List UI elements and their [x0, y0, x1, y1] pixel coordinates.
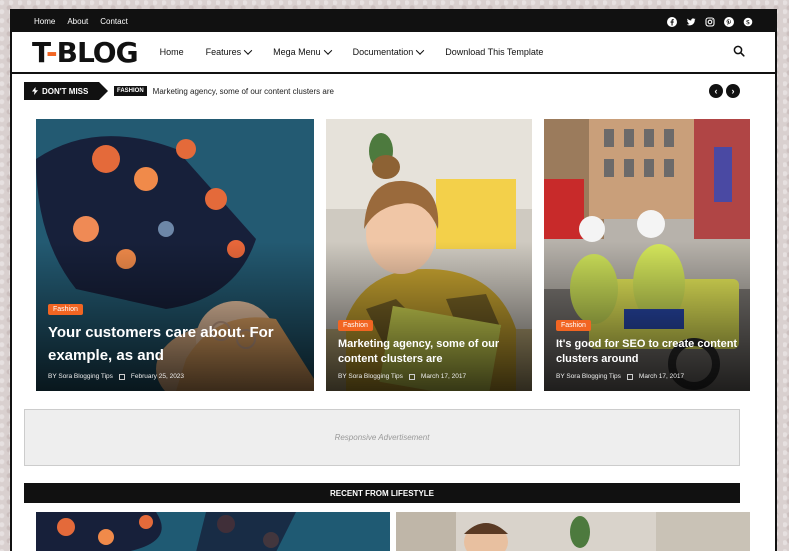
chevron-down-icon	[323, 46, 332, 55]
nav-mega-menu-label: Mega Menu	[273, 47, 321, 57]
calendar-icon	[408, 373, 415, 380]
post-date: March 17, 2017	[638, 373, 685, 380]
site-header: T-BLOG Home Features Mega Menu Documenta…	[12, 32, 775, 74]
card-meta: Fashion It's good for SEO to create cont…	[556, 314, 740, 380]
recent-post-thumbnail[interactable]	[36, 512, 390, 551]
advertisement-slot[interactable]: Responsive Advertisement	[24, 409, 740, 466]
site-logo[interactable]: T-BLOG	[32, 35, 139, 69]
card-title[interactable]: Your customers care about. For example, …	[48, 321, 304, 367]
chevron-down-icon	[243, 46, 253, 55]
nav-download-label: Download This Template	[445, 47, 544, 57]
ticker-headline[interactable]: Marketing agency, some of our content cl…	[153, 87, 709, 96]
thumbnail-image	[36, 512, 390, 551]
author[interactable]: BY Sora Blogging Tips	[556, 373, 621, 380]
top-links: Home About Contact	[34, 17, 128, 26]
card-byline: BY Sora Blogging Tips March 17, 2017	[338, 373, 522, 380]
post-date: February 25, 2023	[130, 373, 185, 380]
category-tag[interactable]: Fashion	[338, 320, 373, 331]
calendar-icon	[626, 373, 633, 380]
skype-icon[interactable]	[743, 17, 753, 27]
card-meta: Fashion Your customers care about. For e…	[48, 298, 304, 380]
logo-hyphen: -	[45, 35, 58, 69]
facebook-icon[interactable]	[667, 16, 677, 27]
news-ticker: DON'T MISS FASHION Marketing agency, som…	[24, 82, 740, 100]
featured-card[interactable]: Fashion Marketing agency, some of our co…	[326, 119, 532, 391]
top-link-contact[interactable]: Contact	[100, 17, 128, 26]
nav-download[interactable]: Download This Template	[445, 47, 543, 57]
nav-documentation-label: Documentation	[352, 47, 414, 57]
twitter-icon[interactable]	[686, 17, 696, 27]
author[interactable]: BY Sora Blogging Tips	[48, 373, 113, 380]
top-link-home[interactable]: Home	[34, 17, 55, 26]
search-icon[interactable]	[733, 45, 747, 59]
logo-text-right: BLOG	[56, 35, 139, 69]
logo-text-left: T	[32, 35, 47, 69]
nav-documentation[interactable]: Documentation	[352, 46, 425, 57]
category-tag[interactable]: Fashion	[556, 320, 591, 331]
top-link-about[interactable]: About	[67, 17, 88, 26]
calendar-icon	[118, 373, 125, 380]
thumbnail-image	[396, 512, 750, 551]
card-title[interactable]: It's good for SEO to create content clus…	[556, 337, 740, 367]
featured-card[interactable]: Fashion Your customers care about. For e…	[36, 119, 314, 391]
ticker-tag[interactable]: FASHION	[114, 86, 147, 96]
section-title: RECENT FROM LIFESTYLE	[330, 488, 434, 498]
category-tag[interactable]: Fashion	[48, 304, 83, 315]
bolt-icon	[32, 87, 38, 95]
next-arrow-icon[interactable]: ›	[726, 84, 740, 98]
nav-features[interactable]: Features	[205, 46, 253, 57]
featured-card[interactable]: Fashion It's good for SEO to create cont…	[544, 119, 750, 391]
top-bar: Home About Contact	[12, 11, 775, 32]
recent-post-thumbnail[interactable]	[396, 512, 750, 551]
nav-home-label: Home	[159, 47, 184, 57]
chevron-down-icon	[415, 46, 425, 55]
dont-miss-text: DON'T MISS	[42, 86, 89, 96]
instagram-icon[interactable]	[705, 16, 715, 27]
nav-home[interactable]: Home	[160, 47, 184, 57]
ticker-arrows: ‹ ›	[709, 84, 740, 98]
main-nav: Home Features Mega Menu Documentation Do…	[160, 46, 733, 57]
dont-miss-label: DON'T MISS	[24, 82, 108, 100]
card-title[interactable]: Marketing agency, some of our content cl…	[338, 337, 522, 367]
nav-mega-menu[interactable]: Mega Menu	[273, 46, 332, 57]
post-date: March 17, 2017	[420, 373, 467, 380]
card-meta: Fashion Marketing agency, some of our co…	[338, 314, 522, 380]
pinterest-icon[interactable]	[724, 16, 734, 27]
card-byline: BY Sora Blogging Tips February 25, 2023	[48, 373, 304, 380]
social-icons	[667, 16, 753, 27]
author[interactable]: BY Sora Blogging Tips	[338, 373, 403, 380]
prev-arrow-icon[interactable]: ‹	[709, 84, 723, 98]
section-heading: RECENT FROM LIFESTYLE	[24, 483, 740, 503]
ad-text: Responsive Advertisement	[334, 433, 430, 442]
card-byline: BY Sora Blogging Tips March 17, 2017	[556, 373, 740, 380]
nav-features-label: Features	[205, 47, 242, 57]
